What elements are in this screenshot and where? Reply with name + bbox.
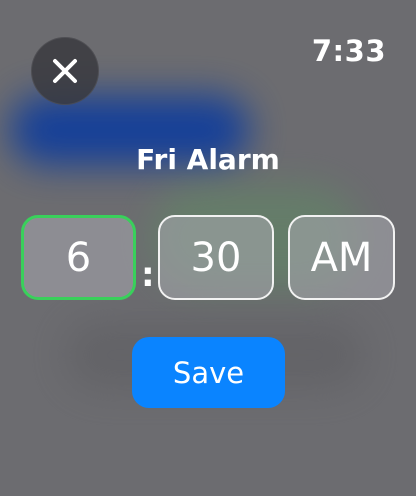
minute-picker[interactable]: 30 bbox=[158, 215, 274, 300]
save-button-label: Save bbox=[172, 355, 245, 390]
period-value: AM bbox=[310, 234, 373, 281]
close-button[interactable] bbox=[31, 37, 99, 105]
time-separator: : bbox=[141, 255, 155, 295]
hour-value: 6 bbox=[65, 234, 92, 281]
minute-value: 30 bbox=[190, 234, 242, 281]
hour-picker[interactable]: 6 bbox=[21, 215, 136, 300]
close-icon bbox=[53, 59, 77, 83]
save-button[interactable]: Save bbox=[132, 337, 285, 408]
status-time: 7:33 bbox=[311, 34, 386, 68]
alarm-title: Fri Alarm bbox=[136, 143, 280, 176]
am-pm-picker[interactable]: AM bbox=[288, 215, 395, 300]
